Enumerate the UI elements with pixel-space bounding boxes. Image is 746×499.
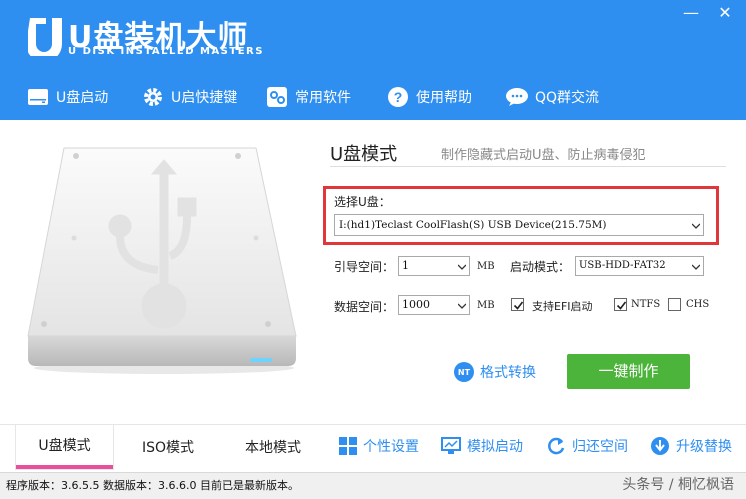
app-header: U盘装机大师 U DISK INSTALLED MASTERS — ✕ U盘启动… <box>0 0 746 120</box>
bottom-toolbar: U盘模式 ISO模式 本地模式 个性设置 模拟启动 归还空间 升级替换 <box>0 424 746 469</box>
gear-icon <box>141 85 165 109</box>
chat-icon <box>505 85 529 109</box>
nav-label: QQ群交流 <box>535 90 600 106</box>
check-icon <box>513 301 524 310</box>
personal-settings-label: 个性设置 <box>363 439 419 455</box>
main-nav: U盘启动 U启快捷键 常用软件 ? 使用帮助 QQ群交流 <box>0 78 746 118</box>
efi-checkbox[interactable] <box>511 298 524 311</box>
help-icon: ? <box>386 85 410 109</box>
efi-checkbox-label: 支持EFI启动 <box>532 300 593 313</box>
personal-settings-button[interactable]: 个性设置 <box>339 425 419 467</box>
usb-device-value: I:(hd1)Teclast CoolFlash(S) USB Device(2… <box>339 219 607 231</box>
watermark: 头条号 / 桐忆枫语 <box>622 477 734 493</box>
chs-checkbox-label: CHS <box>686 299 710 310</box>
nav-help[interactable]: ? 使用帮助 <box>386 78 472 116</box>
boot-mode-label: 启动模式： <box>510 260 571 274</box>
tab-local-mode[interactable]: 本地模式 <box>225 425 321 469</box>
ntfs-convert-icon: NT <box>454 362 474 382</box>
grid-icon <box>339 437 357 455</box>
format-convert-link[interactable]: NT 格式转换 <box>454 362 536 382</box>
data-space-value: 1000 <box>402 298 430 311</box>
chs-checkbox[interactable] <box>668 298 681 311</box>
software-icon <box>265 85 289 109</box>
download-icon <box>651 437 669 455</box>
restore-space-button[interactable]: 归还空间 <box>546 425 628 467</box>
monitor-icon <box>441 437 461 454</box>
svg-text:?: ? <box>394 89 403 105</box>
boot-mode-select[interactable]: USB-HDD-FAT32 <box>575 256 704 276</box>
nav-label: 使用帮助 <box>416 90 472 106</box>
data-space-unit: MB <box>477 300 495 311</box>
chevron-down-icon <box>458 303 466 309</box>
chevron-down-icon <box>692 264 700 270</box>
restore-space-label: 归还空间 <box>572 439 628 455</box>
nav-shortcut-keys[interactable]: U启快捷键 <box>141 78 237 116</box>
data-space-label: 数据空间： <box>334 300 395 314</box>
tab-iso-mode[interactable]: ISO模式 <box>120 425 216 469</box>
chevron-down-icon <box>458 264 466 270</box>
upgrade-replace-label: 升级替换 <box>676 439 732 455</box>
upgrade-replace-button[interactable]: 升级替换 <box>650 425 732 467</box>
boot-mode-value: USB-HDD-FAT32 <box>579 260 666 271</box>
ntfs-checkbox[interactable] <box>614 298 627 311</box>
nav-label: U启快捷键 <box>171 90 238 106</box>
ntfs-checkbox-label: NTFS <box>631 299 661 310</box>
title-divider <box>330 166 726 167</box>
select-usb-label: 选择U盘： <box>334 195 391 209</box>
minimize-button[interactable]: — <box>676 0 706 28</box>
tab-usb-mode[interactable]: U盘模式 <box>16 425 113 469</box>
usb-drive-icon <box>26 85 50 109</box>
format-convert-label: 格式转换 <box>480 365 536 381</box>
mode-title: U盘模式 <box>330 144 398 165</box>
app-logo-icon <box>26 16 64 62</box>
nav-label: U盘启动 <box>56 90 109 106</box>
data-space-select[interactable]: 1000 <box>398 295 470 315</box>
boot-space-value: 1 <box>402 259 409 272</box>
boot-space-label: 引导空间： <box>334 260 395 274</box>
chevron-down-icon <box>692 223 700 229</box>
nav-qq-group[interactable]: QQ群交流 <box>505 78 599 116</box>
usb-drive-illustration <box>24 146 304 376</box>
check-icon <box>616 301 627 310</box>
usb-device-select[interactable]: I:(hd1)Teclast CoolFlash(S) USB Device(2… <box>334 214 704 236</box>
one-click-make-button[interactable]: 一键制作 <box>567 354 690 389</box>
refresh-icon <box>548 437 565 455</box>
app-subtitle: U DISK INSTALLED MASTERS <box>68 46 264 57</box>
boot-space-select[interactable]: 1 <box>398 256 470 276</box>
close-button[interactable]: ✕ <box>710 0 740 28</box>
nav-label: 常用软件 <box>295 90 351 106</box>
nav-usb-boot[interactable]: U盘启动 <box>26 78 108 116</box>
simulate-boot-label: 模拟启动 <box>467 439 523 455</box>
mode-description: 制作隐藏式启动U盘、防止病毒侵犯 <box>441 148 646 163</box>
boot-space-unit: MB <box>477 261 495 272</box>
simulate-boot-button[interactable]: 模拟启动 <box>441 425 523 467</box>
nav-software[interactable]: 常用软件 <box>265 78 351 116</box>
